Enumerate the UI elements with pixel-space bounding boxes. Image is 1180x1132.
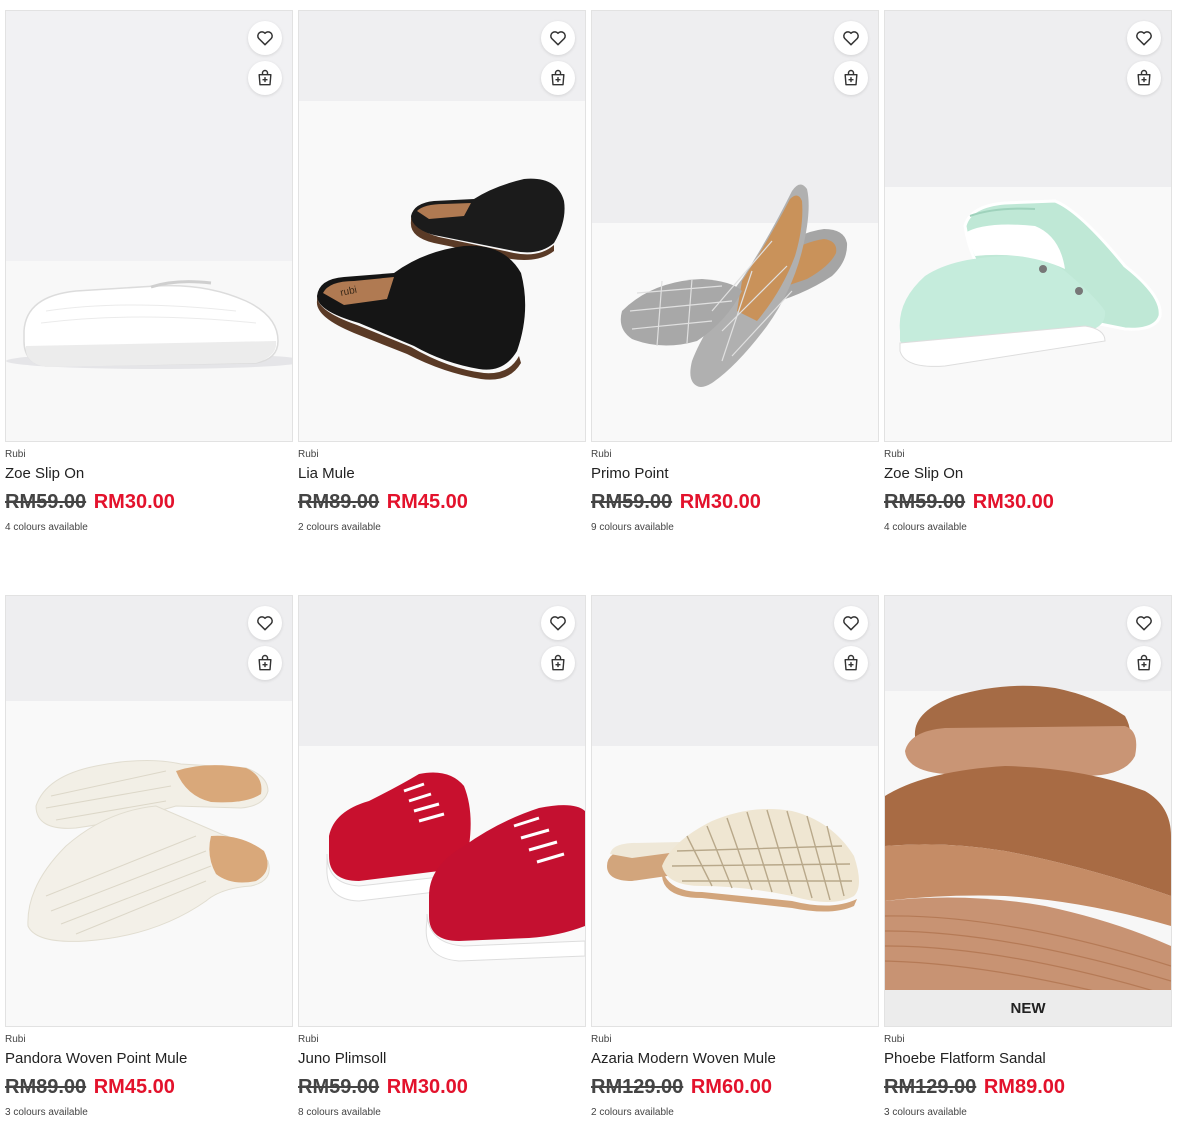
original-price: RM89.00: [5, 1076, 87, 1098]
heart-outline-icon: [843, 616, 859, 631]
heart-outline-icon: [550, 616, 566, 631]
original-price: RM129.00: [884, 1076, 977, 1098]
product-price: RM59.00 RM30.00: [884, 491, 1172, 514]
product-price: RM89.00 RM45.00: [5, 1076, 293, 1099]
product-image-frame[interactable]: [884, 10, 1172, 442]
colours-available: 3 colours available: [5, 1107, 88, 1118]
colours-available: 4 colours available: [5, 522, 88, 533]
wishlist-button[interactable]: [834, 606, 868, 640]
product-price: RM59.00 RM30.00: [591, 491, 879, 514]
sale-price: RM60.00: [690, 1076, 772, 1098]
colours-available: 8 colours available: [298, 1107, 381, 1118]
product-card[interactable]: rubi Rubi Lia Mule RM89.00 RM45.00 2 col…: [298, 10, 586, 533]
wishlist-button[interactable]: [834, 21, 868, 55]
heart-outline-icon: [1136, 616, 1152, 631]
sale-price: RM89.00: [983, 1076, 1065, 1098]
new-badge: NEW: [885, 990, 1171, 1026]
add-to-bag-button[interactable]: [834, 646, 868, 680]
product-name[interactable]: Lia Mule: [298, 465, 586, 482]
product-image-frame[interactable]: NEW: [884, 595, 1172, 1027]
shopping-bag-plus-icon: [844, 69, 858, 86]
original-price: RM59.00: [5, 491, 87, 513]
colours-available: 2 colours available: [298, 522, 381, 533]
product-brand: Rubi: [884, 1034, 905, 1045]
sale-price: RM45.00: [386, 491, 468, 513]
colours-available: 4 colours available: [884, 522, 967, 533]
product-name[interactable]: Zoe Slip On: [884, 465, 1172, 482]
wishlist-button[interactable]: [541, 606, 575, 640]
original-price: RM59.00: [591, 491, 673, 513]
product-name[interactable]: Zoe Slip On: [5, 465, 293, 482]
product-card[interactable]: Rubi Pandora Woven Point Mule RM89.00 RM…: [5, 595, 293, 1118]
product-card[interactable]: Rubi Juno Plimsoll RM59.00 RM30.00 8 col…: [298, 595, 586, 1118]
shopping-bag-plus-icon: [551, 654, 565, 671]
product-card[interactable]: Rubi Azaria Modern Woven Mule RM129.00 R…: [591, 595, 879, 1118]
original-price: RM129.00: [591, 1076, 684, 1098]
original-price: RM89.00: [298, 491, 380, 513]
add-to-bag-button[interactable]: [1127, 61, 1161, 95]
product-name[interactable]: Pandora Woven Point Mule: [5, 1050, 293, 1067]
wishlist-button[interactable]: [541, 21, 575, 55]
colours-available: 9 colours available: [591, 522, 674, 533]
add-to-bag-button[interactable]: [248, 646, 282, 680]
add-to-bag-button[interactable]: [541, 646, 575, 680]
sale-price: RM30.00: [93, 491, 175, 513]
product-brand: Rubi: [591, 449, 612, 460]
product-price: RM59.00 RM30.00: [5, 491, 293, 514]
heart-outline-icon: [257, 616, 273, 631]
shopping-bag-plus-icon: [258, 654, 272, 671]
heart-outline-icon: [843, 31, 859, 46]
product-image-frame[interactable]: [298, 595, 586, 1027]
shopping-bag-plus-icon: [551, 69, 565, 86]
product-card[interactable]: NEW Rubi Phoebe Flatform Sandal RM129.00…: [884, 595, 1172, 1118]
shopping-bag-plus-icon: [258, 69, 272, 86]
add-to-bag-button[interactable]: [834, 61, 868, 95]
product-image-frame[interactable]: [5, 595, 293, 1027]
shopping-bag-plus-icon: [1137, 69, 1151, 86]
heart-outline-icon: [550, 31, 566, 46]
shopping-bag-plus-icon: [844, 654, 858, 671]
product-price: RM129.00 RM89.00: [884, 1076, 1172, 1099]
product-name[interactable]: Juno Plimsoll: [298, 1050, 586, 1067]
product-price: RM129.00 RM60.00: [591, 1076, 879, 1099]
wishlist-button[interactable]: [1127, 21, 1161, 55]
original-price: RM59.00: [884, 491, 966, 513]
heart-outline-icon: [257, 31, 273, 46]
product-name[interactable]: Azaria Modern Woven Mule: [591, 1050, 879, 1067]
product-image-frame[interactable]: [5, 10, 293, 442]
product-brand: Rubi: [298, 449, 319, 460]
product-card[interactable]: Rubi Zoe Slip On RM59.00 RM30.00 4 colou…: [5, 10, 293, 533]
wishlist-button[interactable]: [248, 606, 282, 640]
product-name[interactable]: Primo Point: [591, 465, 879, 482]
product-card[interactable]: Rubi Primo Point RM59.00 RM30.00 9 colou…: [591, 10, 879, 533]
product-image-frame[interactable]: [591, 10, 879, 442]
colours-available: 3 colours available: [884, 1107, 967, 1118]
add-to-bag-button[interactable]: [248, 61, 282, 95]
heart-outline-icon: [1136, 31, 1152, 46]
shopping-bag-plus-icon: [1137, 654, 1151, 671]
add-to-bag-button[interactable]: [1127, 646, 1161, 680]
product-image-frame[interactable]: [591, 595, 879, 1027]
product-price: RM89.00 RM45.00: [298, 491, 586, 514]
sale-price: RM45.00: [93, 1076, 175, 1098]
add-to-bag-button[interactable]: [541, 61, 575, 95]
product-brand: Rubi: [5, 1034, 26, 1045]
product-card[interactable]: Rubi Zoe Slip On RM59.00 RM30.00 4 colou…: [884, 10, 1172, 533]
sale-price: RM30.00: [679, 491, 761, 513]
sale-price: RM30.00: [386, 1076, 468, 1098]
product-brand: Rubi: [5, 449, 26, 460]
product-brand: Rubi: [884, 449, 905, 460]
wishlist-button[interactable]: [248, 21, 282, 55]
colours-available: 2 colours available: [591, 1107, 674, 1118]
product-brand: Rubi: [298, 1034, 319, 1045]
original-price: RM59.00: [298, 1076, 380, 1098]
product-brand: Rubi: [591, 1034, 612, 1045]
product-price: RM59.00 RM30.00: [298, 1076, 586, 1099]
wishlist-button[interactable]: [1127, 606, 1161, 640]
sale-price: RM30.00: [972, 491, 1054, 513]
product-name[interactable]: Phoebe Flatform Sandal: [884, 1050, 1172, 1067]
product-image-frame[interactable]: rubi: [298, 10, 586, 442]
